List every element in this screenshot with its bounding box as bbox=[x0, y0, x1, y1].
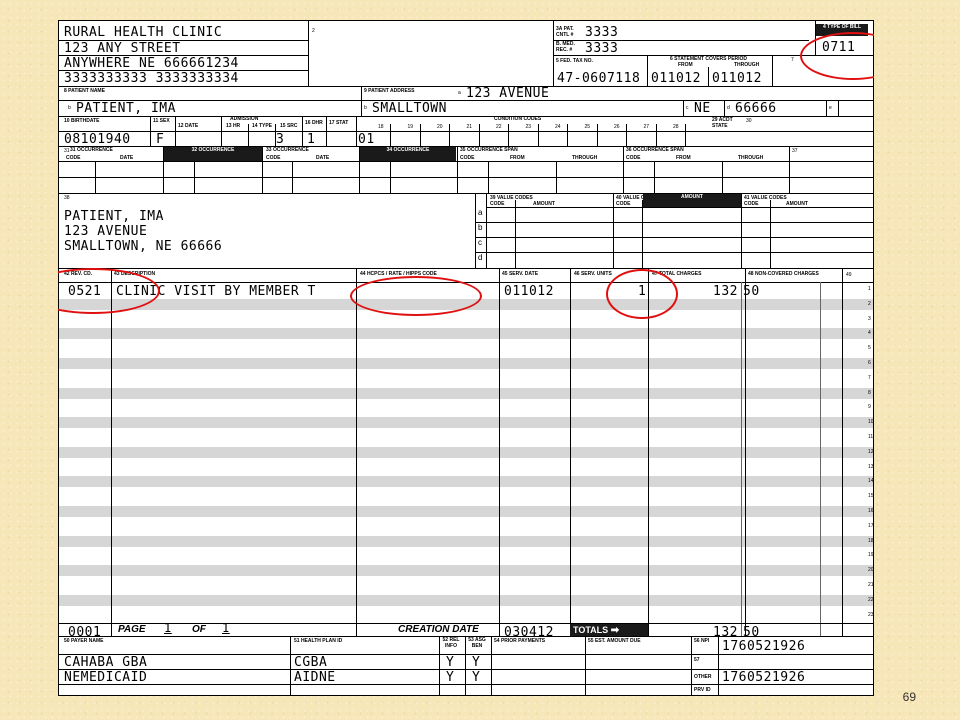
slide-number: 69 bbox=[902, 690, 916, 704]
ub04-claim-form: RURAL HEALTH CLINIC 123 ANY STREET ANYWH… bbox=[58, 20, 874, 696]
highlight-circle-units bbox=[606, 269, 678, 319]
highlight-circle-hcpcs bbox=[350, 276, 482, 316]
